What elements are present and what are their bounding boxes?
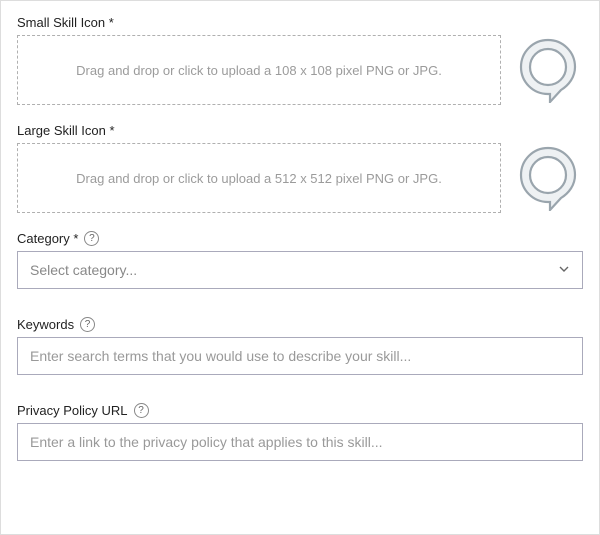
privacy-label-row: Privacy Policy URL ? (17, 403, 583, 418)
chevron-down-icon (558, 262, 570, 278)
category-label-row: Category * ? (17, 231, 583, 246)
alexa-bubble-icon (517, 145, 579, 211)
help-icon[interactable]: ? (80, 317, 95, 332)
large-icon-dropzone[interactable]: Drag and drop or click to upload a 512 x… (17, 143, 501, 213)
alexa-bubble-icon (517, 37, 579, 103)
small-icon-preview (513, 35, 583, 105)
privacy-input[interactable] (17, 423, 583, 461)
small-icon-field: Small Skill Icon * Drag and drop or clic… (17, 15, 583, 105)
small-icon-label: Small Skill Icon * (17, 15, 583, 30)
privacy-field: Privacy Policy URL ? (17, 403, 583, 461)
keywords-field: Keywords ? (17, 317, 583, 375)
small-icon-dropzone[interactable]: Drag and drop or click to upload a 108 x… (17, 35, 501, 105)
keywords-label: Keywords (17, 317, 74, 332)
large-icon-preview (513, 143, 583, 213)
keywords-input[interactable] (17, 337, 583, 375)
help-icon[interactable]: ? (84, 231, 99, 246)
skill-info-form: Small Skill Icon * Drag and drop or clic… (0, 0, 600, 535)
help-icon[interactable]: ? (134, 403, 149, 418)
large-icon-row: Drag and drop or click to upload a 512 x… (17, 143, 583, 213)
large-icon-field: Large Skill Icon * Drag and drop or clic… (17, 123, 583, 213)
small-icon-row: Drag and drop or click to upload a 108 x… (17, 35, 583, 105)
keywords-label-row: Keywords ? (17, 317, 583, 332)
large-icon-label: Large Skill Icon * (17, 123, 583, 138)
category-label: Category * (17, 231, 78, 246)
privacy-label: Privacy Policy URL (17, 403, 128, 418)
category-placeholder: Select category... (30, 262, 137, 278)
category-field: Category * ? Select category... (17, 231, 583, 289)
category-select[interactable]: Select category... (17, 251, 583, 289)
